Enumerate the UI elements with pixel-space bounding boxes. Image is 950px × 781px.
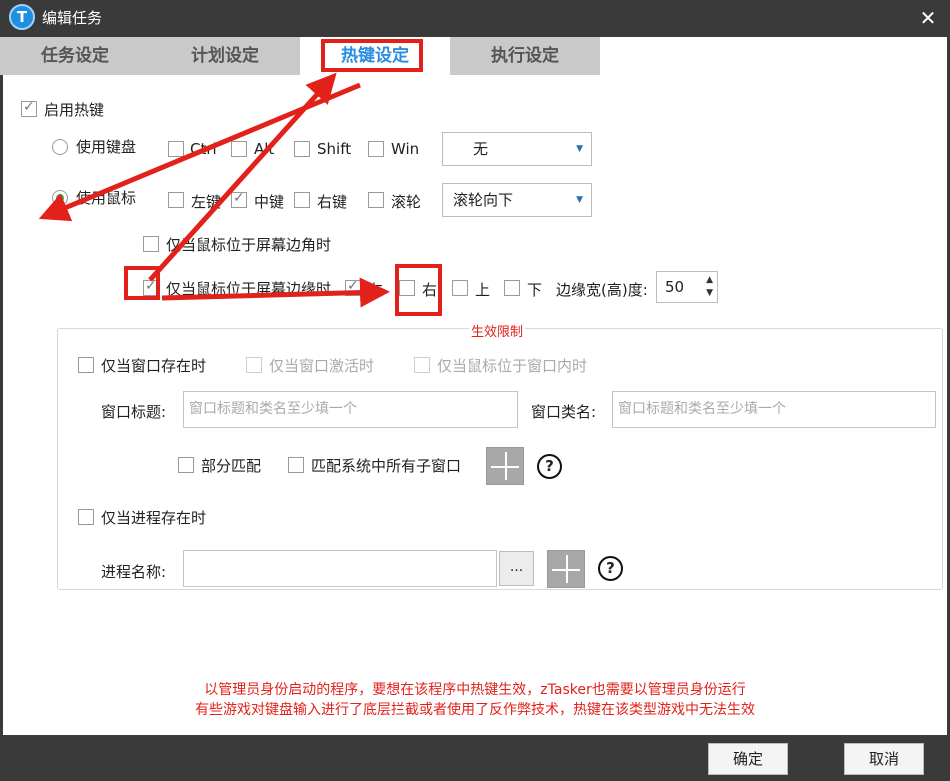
- screen-corner-label: 仅当鼠标位于屏幕边角时: [166, 236, 332, 254]
- tab-schedule-settings[interactable]: 计划设定: [150, 37, 300, 75]
- process-exists-checkbox[interactable]: [78, 509, 94, 525]
- right-button-label: 右键: [317, 193, 348, 211]
- window-title: 编辑任务: [42, 9, 103, 27]
- middle-button-label: 中键: [254, 193, 285, 211]
- window-title-input[interactable]: 窗口标题和类名至少填一个: [183, 391, 518, 428]
- footer-bar: [0, 735, 950, 781]
- edge-top-checkbox[interactable]: [452, 280, 468, 296]
- shift-checkbox[interactable]: [294, 141, 310, 157]
- edge-width-label: 边缘宽(高)度:: [556, 281, 648, 299]
- match-children-label: 匹配系统中所有子窗口: [311, 457, 462, 475]
- process-picker-crosshair-icon[interactable]: [547, 550, 585, 588]
- win-label: Win: [391, 140, 420, 158]
- window-active-checkbox[interactable]: [246, 357, 262, 373]
- screen-edge-checkbox[interactable]: [143, 278, 159, 296]
- mouse-in-window-checkbox[interactable]: [414, 357, 430, 373]
- window-class-input[interactable]: 窗口标题和类名至少填一个: [612, 391, 936, 428]
- app-logo-icon: T: [9, 4, 35, 30]
- spin-down-icon[interactable]: ▼: [706, 288, 713, 298]
- key-select[interactable]: 无 ▼: [442, 132, 592, 166]
- left-button-label: 左键: [191, 193, 222, 211]
- tab-execution-settings[interactable]: 执行设定: [450, 37, 600, 75]
- process-exists-label: 仅当进程存在时: [101, 509, 207, 527]
- restriction-group-title: 生效限制: [469, 321, 526, 340]
- enable-hotkey-checkbox[interactable]: [21, 99, 37, 117]
- edge-bottom-checkbox[interactable]: [504, 280, 520, 296]
- spin-up-icon[interactable]: ▲: [706, 275, 713, 285]
- use-mouse-label: 使用鼠标: [76, 189, 137, 207]
- ok-button[interactable]: 确定: [708, 743, 788, 775]
- edge-width-spinner[interactable]: 50 ▲ ▼: [656, 271, 718, 303]
- use-keyboard-label: 使用键盘: [76, 138, 137, 156]
- window-class-label: 窗口类名:: [531, 403, 597, 421]
- wheel-label: 滚轮: [391, 193, 422, 211]
- edge-bottom-label: 下: [527, 281, 543, 299]
- alt-checkbox[interactable]: [231, 141, 247, 157]
- tab-task-settings[interactable]: 任务设定: [0, 37, 150, 75]
- enable-hotkey-label: 启用热键: [44, 101, 105, 119]
- alt-label: Alt: [254, 140, 275, 158]
- process-name-input[interactable]: [183, 550, 497, 587]
- edge-right-checkbox[interactable]: [399, 280, 415, 296]
- dropdown-arrow-icon: ▼: [576, 144, 583, 154]
- match-children-checkbox[interactable]: [288, 457, 304, 473]
- window-exists-checkbox[interactable]: [78, 357, 94, 373]
- edge-left-checkbox[interactable]: [345, 278, 361, 296]
- anticheat-note: 有些游戏对键盘输入进行了底层拦截或者使用了反作弊技术，热键在该类型游戏中无法生效: [195, 702, 755, 718]
- ctrl-checkbox[interactable]: [168, 141, 184, 157]
- dropdown-arrow-icon: ▼: [576, 195, 583, 205]
- window-picker-crosshair-icon[interactable]: [486, 447, 524, 485]
- screen-edge-label: 仅当鼠标位于屏幕边缘时: [166, 280, 332, 298]
- mouse-action-value: 滚轮向下: [453, 191, 514, 209]
- middle-button-checkbox[interactable]: [231, 190, 247, 208]
- window-exists-label: 仅当窗口存在时: [101, 357, 207, 375]
- left-button-checkbox[interactable]: [168, 192, 184, 208]
- screen-corner-checkbox[interactable]: [143, 236, 159, 252]
- partial-match-checkbox[interactable]: [178, 457, 194, 473]
- cancel-button[interactable]: 取消: [844, 743, 924, 775]
- window-title-label: 窗口标题:: [101, 403, 167, 421]
- process-name-label: 进程名称:: [101, 563, 167, 581]
- use-keyboard-radio[interactable]: [52, 139, 68, 155]
- help-icon[interactable]: ?: [537, 454, 562, 479]
- tab-hotkey-settings[interactable]: 热键设定: [300, 37, 450, 75]
- use-mouse-radio[interactable]: [52, 190, 68, 206]
- title-bar: [0, 0, 950, 37]
- browse-button[interactable]: ...: [499, 551, 534, 586]
- edge-left-label: 左: [368, 281, 384, 299]
- window-active-label: 仅当窗口激活时: [269, 357, 375, 375]
- right-button-checkbox[interactable]: [294, 192, 310, 208]
- key-select-value: 无: [473, 140, 489, 158]
- wheel-checkbox[interactable]: [368, 192, 384, 208]
- shift-label: Shift: [317, 140, 352, 158]
- edge-right-label: 右: [422, 281, 438, 299]
- mouse-action-select[interactable]: 滚轮向下 ▼: [442, 183, 592, 217]
- tab-strip-filler: [600, 37, 947, 75]
- partial-match-label: 部分匹配: [201, 457, 262, 475]
- help-icon[interactable]: ?: [598, 556, 623, 581]
- ctrl-label: Ctrl: [190, 140, 217, 158]
- edge-top-label: 上: [475, 281, 491, 299]
- win-checkbox[interactable]: [368, 141, 384, 157]
- close-icon[interactable]: ✕: [916, 6, 940, 30]
- mouse-in-window-label: 仅当鼠标位于窗口内时: [437, 357, 588, 375]
- admin-note: 以管理员身份启动的程序，要想在该程序中热键生效，zTasker也需要以管理员身份…: [204, 682, 746, 698]
- edge-width-value: 50: [665, 278, 685, 296]
